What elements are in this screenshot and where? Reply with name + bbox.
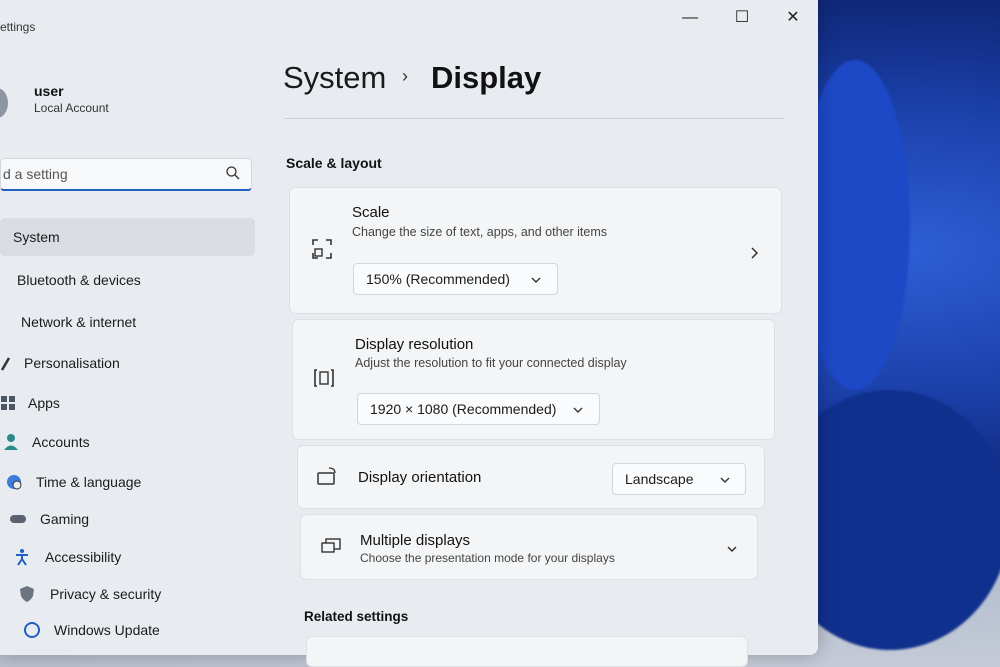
page-title: Display <box>431 60 542 95</box>
sidebar-item-system[interactable]: System <box>0 218 255 256</box>
sidebar-item-label: Privacy & security <box>50 586 162 602</box>
minimize-button[interactable]: — <box>675 6 705 30</box>
scale-card[interactable]: Scale Change the size of text, apps, and… <box>289 187 782 314</box>
header-divider <box>284 118 784 119</box>
orientation-dropdown[interactable]: Landscape <box>612 463 746 495</box>
breadcrumb-separator: › <box>402 66 408 86</box>
person-icon <box>4 434 18 450</box>
sidebar-item-label: Personalisation <box>24 355 120 371</box>
avatar[interactable] <box>0 88 8 118</box>
related-settings-card[interactable] <box>306 636 748 667</box>
brush-icon <box>0 357 11 371</box>
sidebar-item-privacy-security[interactable]: Privacy & security <box>0 575 255 613</box>
sidebar-item-bluetooth[interactable]: Bluetooth & devices <box>0 261 255 299</box>
sidebar-item-label: Accessibility <box>45 549 122 565</box>
sidebar-item-personalisation[interactable]: Personalisation <box>0 344 255 382</box>
user-name: user <box>34 83 64 99</box>
sidebar-item-label: System <box>13 229 60 245</box>
chevron-down-icon <box>720 477 730 483</box>
sidebar-item-label: Gaming <box>40 511 90 527</box>
section-title-related-settings: Related settings <box>304 609 409 624</box>
gamepad-icon <box>10 515 26 523</box>
resolution-description: Adjust the resolution to fit your connec… <box>355 356 627 370</box>
accessibility-icon <box>16 549 28 566</box>
scale-icon <box>312 239 332 259</box>
orientation-icon <box>317 467 336 485</box>
globe-clock-icon <box>7 475 22 490</box>
sidebar-item-windows-update[interactable]: Windows Update <box>0 611 255 649</box>
display-orientation-card: Display orientation Landscape <box>297 445 765 509</box>
sidebar-item-label: Bluetooth & devices <box>17 272 141 288</box>
resolution-dropdown-value: 1920 × 1080 (Recommended) <box>370 401 557 417</box>
chevron-down-icon <box>531 277 541 283</box>
breadcrumb-root[interactable]: System <box>283 60 386 96</box>
sidebar-item-time-language[interactable]: Time & language <box>0 463 255 501</box>
update-icon <box>24 622 40 638</box>
multiple-displays-description: Choose the presentation mode for your di… <box>360 551 615 565</box>
scale-title: Scale <box>352 204 390 221</box>
app-title: ettings <box>0 20 36 34</box>
close-button[interactable]: ✕ <box>778 6 808 30</box>
settings-search-box[interactable] <box>0 158 252 191</box>
chevron-right-icon[interactable] <box>748 246 760 260</box>
sidebar-item-apps[interactable]: Apps <box>0 384 255 422</box>
sidebar-item-label: Apps <box>28 395 60 411</box>
account-type: Local Account <box>34 101 109 115</box>
multiple-displays-title: Multiple displays <box>360 532 471 549</box>
scale-dropdown[interactable]: 150% (Recommended) <box>353 263 558 295</box>
sidebar-item-accessibility[interactable]: Accessibility <box>0 538 255 576</box>
display-resolution-card: Display resolution Adjust the resolution… <box>292 319 775 440</box>
sidebar-item-network[interactable]: Network & internet <box>0 303 255 341</box>
sidebar-item-accounts[interactable]: Accounts <box>0 423 255 461</box>
multiple-displays-icon <box>321 538 341 553</box>
sidebar-item-label: Windows Update <box>54 622 160 638</box>
title-bar: ettings — ☐ ✕ <box>0 0 818 36</box>
multiple-displays-card[interactable]: Multiple displays Choose the presentatio… <box>300 514 758 580</box>
settings-window: ettings — ☐ ✕ user Local Account System … <box>0 0 818 655</box>
scale-dropdown-value: 150% (Recommended) <box>366 271 510 287</box>
search-icon[interactable] <box>225 165 241 181</box>
scale-description: Change the size of text, apps, and other… <box>352 225 608 239</box>
sidebar-item-label: Network & internet <box>21 314 137 330</box>
sidebar-item-gaming[interactable]: Gaming <box>0 500 255 538</box>
chevron-down-icon[interactable] <box>726 543 738 555</box>
chevron-down-icon <box>573 407 583 413</box>
resolution-title: Display resolution <box>355 336 474 353</box>
orientation-title: Display orientation <box>358 469 482 486</box>
sidebar-item-label: Time & language <box>36 474 142 490</box>
maximize-button[interactable]: ☐ <box>727 6 757 30</box>
apps-icon <box>1 396 15 410</box>
resolution-dropdown[interactable]: 1920 × 1080 (Recommended) <box>357 393 600 425</box>
search-input[interactable] <box>1 165 215 183</box>
shield-icon <box>20 586 34 602</box>
section-title-scale-layout: Scale & layout <box>286 155 382 171</box>
resolution-icon <box>314 369 334 387</box>
sidebar-item-label: Accounts <box>32 434 90 450</box>
orientation-dropdown-value: Landscape <box>625 471 694 487</box>
